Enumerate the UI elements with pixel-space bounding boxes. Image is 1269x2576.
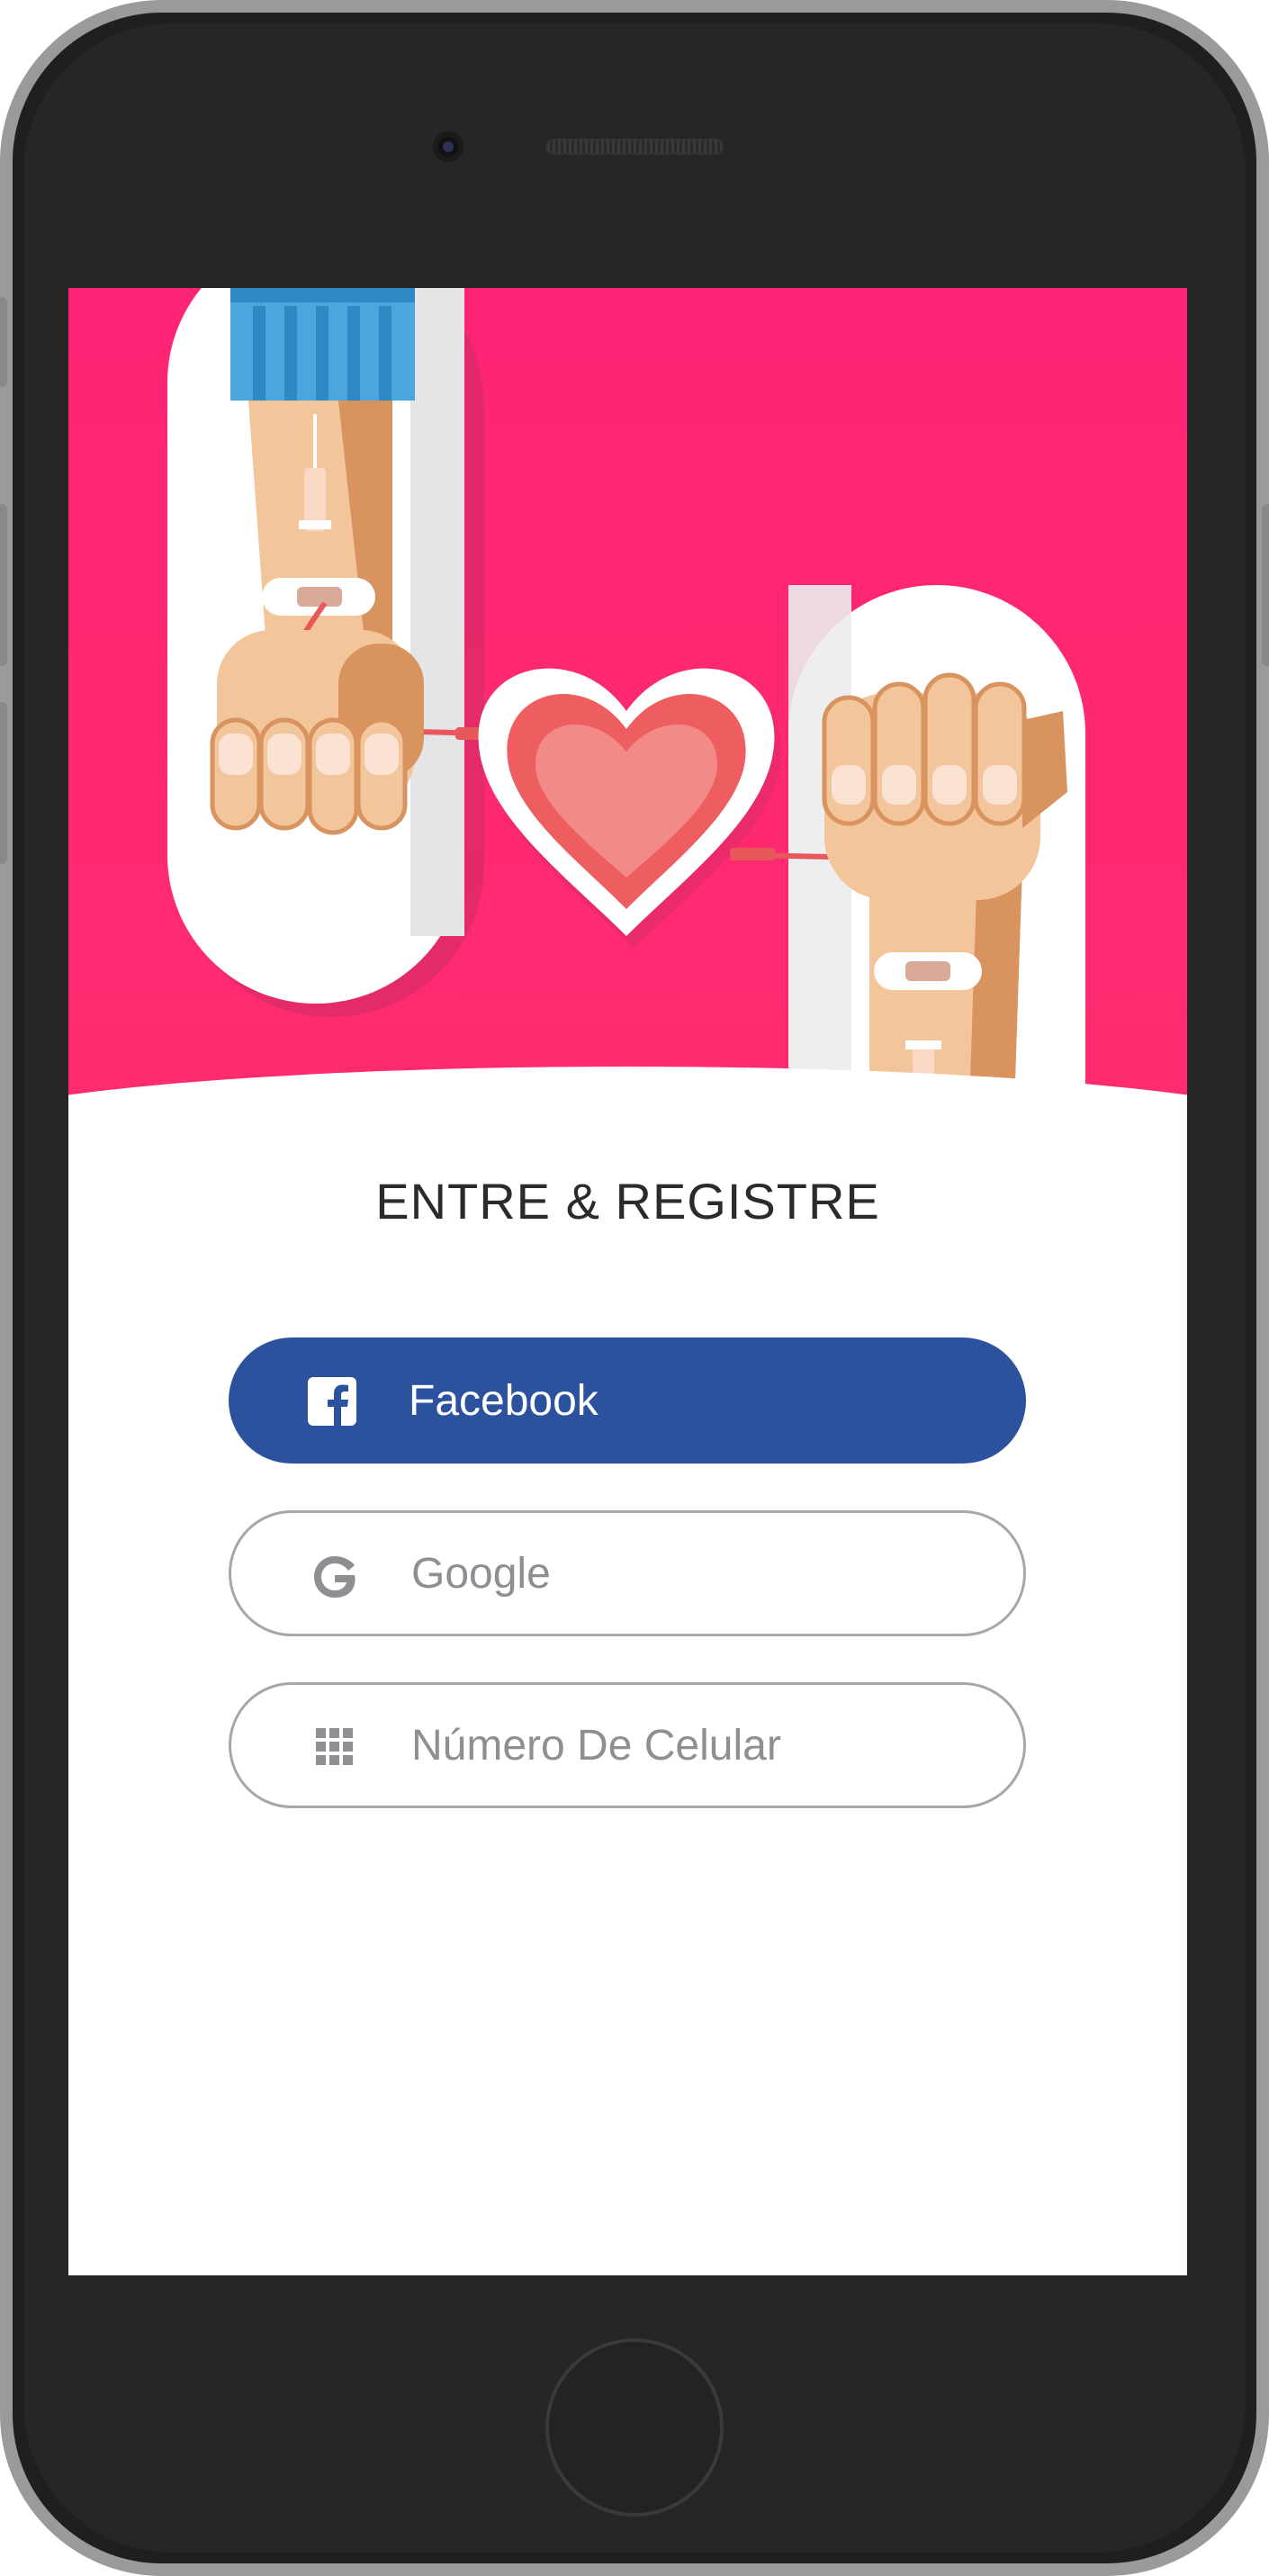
earpiece-speaker [545, 139, 724, 155]
volume-up-button [0, 504, 7, 666]
keypad-icon [316, 1728, 353, 1765]
facebook-icon [308, 1377, 356, 1426]
front-camera [433, 131, 464, 162]
facebook-login-label: Facebook [409, 1376, 598, 1425]
google-icon [314, 1556, 356, 1598]
volume-down-button [0, 702, 7, 864]
app-screen: ENTRE & REGISTRE Facebook Google Número … [68, 288, 1187, 2275]
power-button [1262, 504, 1269, 666]
phone-number-login-label: Número De Celular [411, 1721, 781, 1770]
mute-switch [0, 297, 7, 387]
google-login-label: Google [411, 1549, 551, 1598]
phone-number-login-button[interactable]: Número De Celular [229, 1682, 1026, 1808]
google-login-button[interactable]: Google [229, 1510, 1026, 1636]
facebook-login-button[interactable]: Facebook [229, 1338, 1026, 1464]
home-button[interactable] [545, 2338, 724, 2517]
page-title: ENTRE & REGISTRE [375, 1173, 880, 1229]
